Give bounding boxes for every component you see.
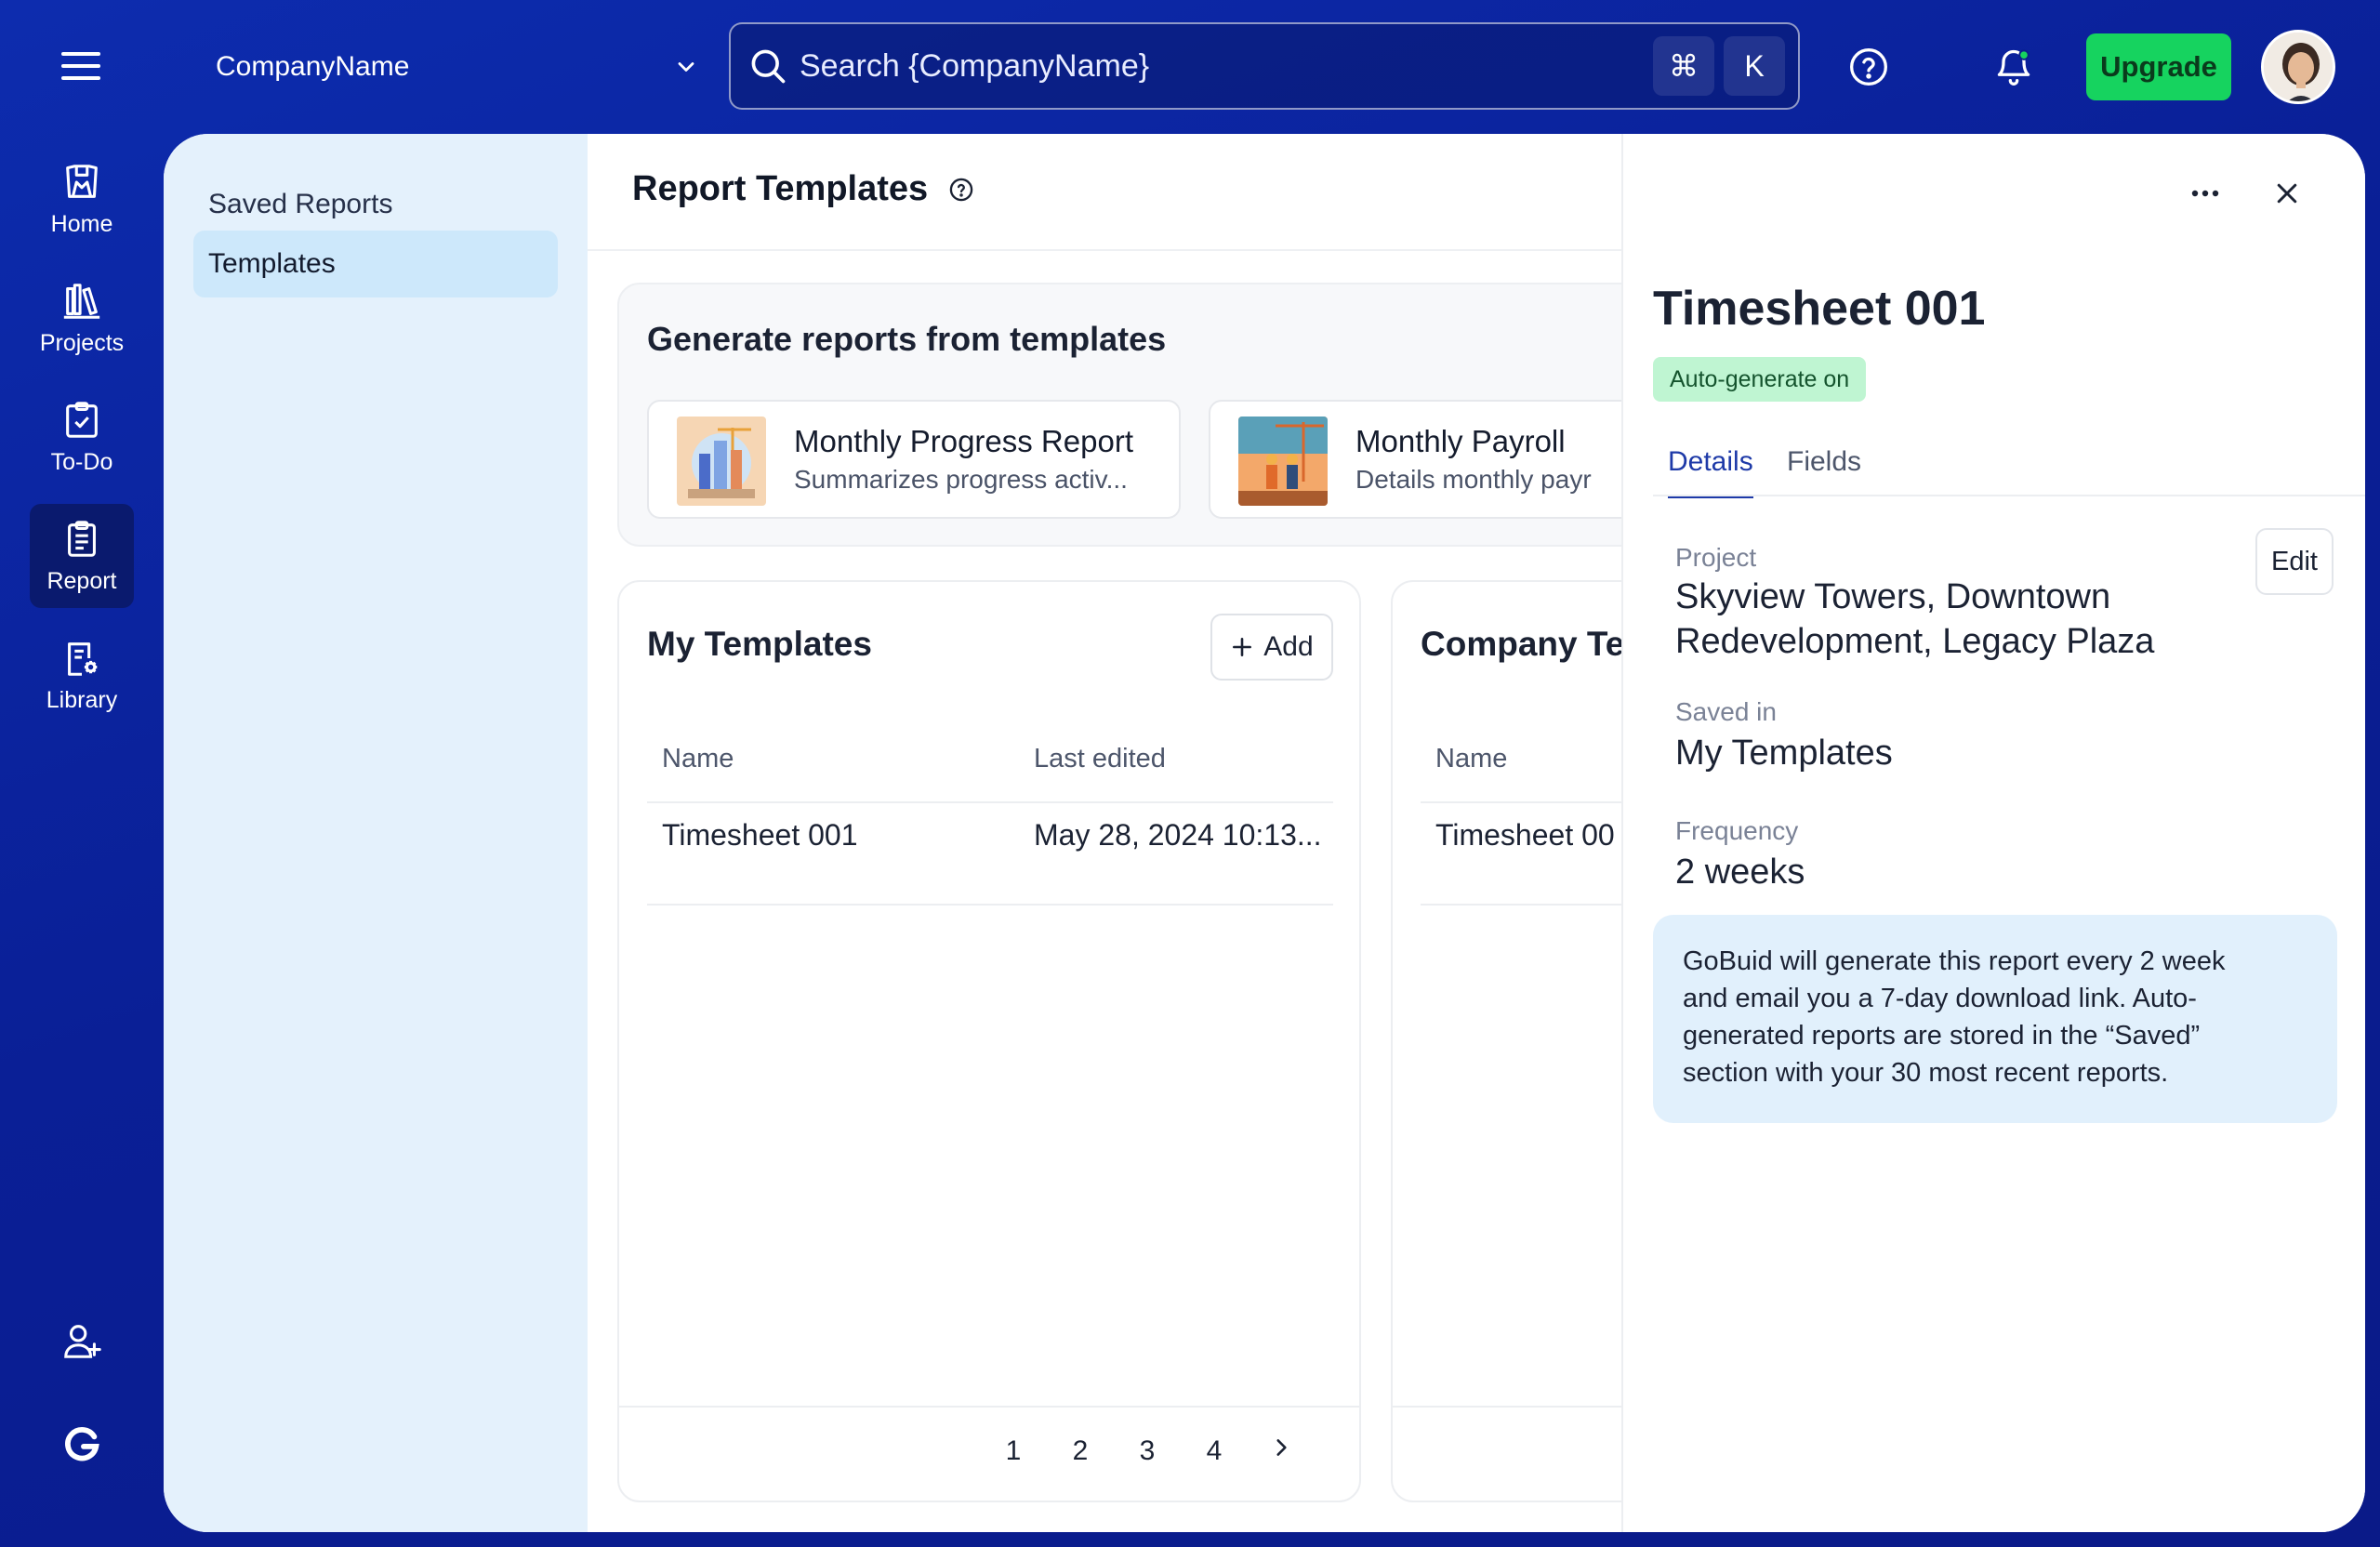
rail-label-home: Home [50, 210, 113, 237]
user-avatar[interactable] [2261, 30, 2335, 104]
company-templates-title: Company Te [1421, 625, 1625, 663]
template-card-monthly-progress[interactable]: Monthly Progress Report Summarizes progr… [647, 400, 1181, 519]
info-line: GoBuid will generate this report every 2… [1683, 946, 2226, 976]
report-icon [68, 520, 96, 557]
project-label: Project [1675, 543, 1757, 572]
info-line: section with your 30 most recent reports… [1683, 1058, 2169, 1088]
company-name: CompanyName [216, 51, 410, 82]
rail-item-home[interactable]: Home [30, 147, 134, 251]
rail-item-todo[interactable]: To-Do [30, 385, 134, 489]
subnav-item-templates[interactable]: Templates [193, 231, 558, 298]
table-row[interactable]: Timesheet 00 [1435, 818, 1615, 853]
page-title-text: Report Templates [632, 169, 929, 208]
upgrade-button[interactable]: Upgrade [2086, 33, 2231, 100]
rail-item-projects[interactable]: Projects [30, 266, 134, 370]
brand-logo[interactable] [30, 1398, 134, 1499]
template-card-desc: Summarizes progress activ... [794, 465, 1128, 494]
report-subnav: Saved Reports Templates [164, 134, 588, 1532]
todo-icon [66, 401, 98, 438]
auto-generate-badge: Auto-generate on [1653, 357, 1867, 402]
cell-last-edited: May 28, 2024 10:13... [1034, 818, 1322, 852]
brand-logo-icon [65, 1427, 99, 1461]
rail-label-todo: To-Do [50, 448, 113, 475]
page-4-button[interactable]: 4 [1196, 1435, 1233, 1467]
project-value-line2: Redevelopment, Legacy Plaza [1675, 622, 2155, 661]
tabs-divider [1653, 495, 2365, 496]
main-shell: Saved Reports Templates Report Templates… [164, 134, 2365, 1532]
templates-content: Report Templates Generate reports from t… [588, 134, 2135, 1532]
divider [588, 249, 1621, 251]
template-card-name: Monthly Payroll [1355, 424, 1566, 458]
template-thumbnail-progress [677, 416, 766, 506]
search-input[interactable] [800, 47, 1653, 85]
rail-label-library: Library [46, 686, 118, 713]
shortcut-k-key: K [1724, 36, 1785, 96]
close-icon[interactable] [2265, 171, 2309, 216]
generate-section: Generate reports from templates Monthly [617, 283, 1742, 547]
next-page-button[interactable] [1263, 1435, 1300, 1467]
notification-bell-icon[interactable] [1988, 41, 2040, 93]
frequency-label: Frequency [1675, 816, 1799, 845]
page-1-button[interactable]: 1 [995, 1435, 1032, 1467]
subnav-item-saved-reports[interactable]: Saved Reports [193, 171, 558, 238]
page-3-button[interactable]: 3 [1129, 1435, 1166, 1467]
edit-button[interactable]: Edit [2255, 528, 2334, 595]
search-bar[interactable]: ⌘ K [729, 22, 1800, 110]
invite-user-button[interactable] [30, 1294, 134, 1395]
row-divider [647, 904, 1333, 906]
project-value-line1: Skyview Towers, Downtown [1675, 577, 2111, 616]
info-line: generated reports are stored in the “Sav… [1683, 1021, 2201, 1051]
my-templates-title: My Templates [647, 625, 872, 663]
rail-label-report: Report [46, 567, 117, 594]
menu-icon[interactable] [61, 52, 100, 82]
home-icon [66, 164, 98, 198]
add-label: Add [1263, 631, 1314, 662]
frequency-value: 2 weeks [1675, 853, 1805, 892]
cell-name: Timesheet 001 [662, 818, 858, 852]
rail-item-report[interactable]: Report [30, 504, 134, 608]
column-header-name[interactable]: Name [1435, 744, 1507, 774]
company-selector[interactable]: CompanyName [216, 45, 699, 89]
tab-details[interactable]: Details [1668, 446, 1753, 498]
column-header-last-edited[interactable]: Last edited [1034, 744, 1166, 774]
help-circle-icon[interactable] [948, 177, 974, 203]
template-card-name: Monthly Progress Report [794, 424, 1133, 458]
page-2-button[interactable]: 2 [1062, 1435, 1099, 1467]
page-title: Report Templates [632, 169, 974, 209]
chevron-right-icon [1276, 1439, 1287, 1456]
rail-item-library[interactable]: Library [30, 623, 134, 727]
add-user-icon [64, 1325, 101, 1358]
saved-in-label: Saved in [1675, 697, 1777, 726]
auto-generate-info: GoBuid will generate this report every 2… [1653, 915, 2337, 1123]
more-options-icon[interactable] [2181, 175, 2229, 212]
generate-title: Generate reports from templates [647, 320, 1167, 358]
pagination: 1 2 3 4 [619, 1406, 1359, 1501]
tab-fields[interactable]: Fields [1787, 446, 1861, 495]
template-thumbnail-payroll [1238, 416, 1328, 506]
add-template-button[interactable]: Add [1210, 614, 1333, 681]
template-detail-drawer: Timesheet 001 Auto-generate on Details F… [1621, 134, 2365, 1532]
header-divider [647, 801, 1333, 803]
column-header-name[interactable]: Name [662, 744, 734, 774]
chevron-down-icon [678, 62, 694, 72]
library-icon [68, 641, 98, 676]
rail-label-projects: Projects [39, 329, 125, 356]
projects-icon [63, 283, 100, 319]
my-templates-panel: My Templates Add Name Last edited Timesh… [617, 580, 1361, 1502]
info-line: and email you a 7-day download link. Aut… [1683, 984, 2197, 1013]
search-icon [751, 49, 786, 84]
help-icon[interactable] [1843, 41, 1895, 93]
shortcut-cmd-key: ⌘ [1653, 36, 1714, 96]
drawer-title: Timesheet 001 [1653, 282, 1986, 336]
saved-in-value: My Templates [1675, 734, 1893, 773]
template-card-desc: Details monthly payr [1355, 465, 1592, 494]
plus-icon [1233, 638, 1252, 656]
